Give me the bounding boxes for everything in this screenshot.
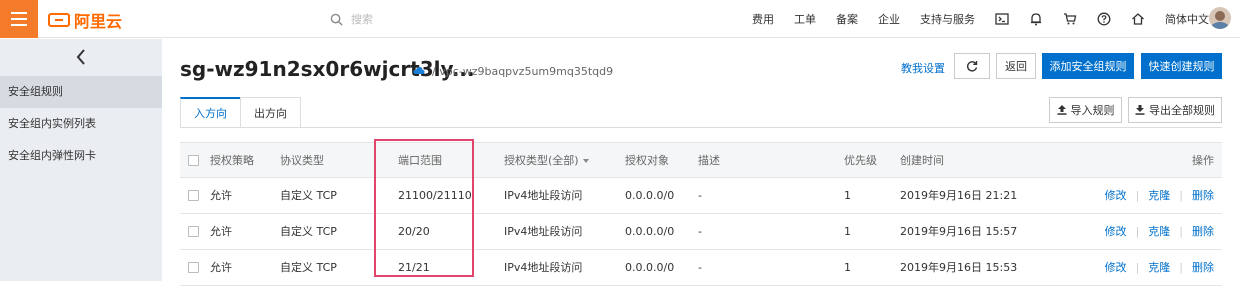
cell-object: 0.0.0.0/0 — [625, 189, 675, 202]
nav-tickets[interactable]: 工单 — [794, 11, 816, 27]
table-header-row: 授权策略 协议类型 端口范围 授权类型(全部) 授权对象 描述 优先级 创建时间… — [180, 142, 1222, 178]
home-icon[interactable] — [1131, 12, 1145, 26]
upload-icon — [1057, 105, 1066, 115]
sidebar-item-instances[interactable]: 安全组内实例列表 — [0, 108, 162, 140]
select-all-checkbox[interactable] — [188, 155, 199, 166]
sidebar-item-enis[interactable]: 安全组内弹性网卡 — [0, 140, 162, 172]
cell-protocol: 自定义 TCP — [280, 189, 337, 202]
direction-tabs: 入方向 出方向 — [180, 97, 301, 128]
col-priority: 优先级 — [844, 154, 877, 167]
col-desc: 描述 — [698, 154, 720, 167]
search-icon — [330, 13, 343, 26]
cell-priority: 1 — [844, 225, 851, 238]
clone-link[interactable]: 克隆 — [1148, 214, 1170, 250]
col-created: 创建时间 — [900, 154, 944, 167]
delete-link[interactable]: 删除 — [1192, 214, 1214, 250]
cell-policy: 允许 — [210, 189, 232, 202]
col-object: 授权对象 — [625, 154, 669, 167]
quick-create-label: 快速创建规则 — [1148, 60, 1215, 73]
delete-link[interactable]: 删除 — [1192, 178, 1214, 214]
cell-port: 21100/21110 — [398, 189, 472, 202]
col-actions: 操作 — [1192, 154, 1214, 167]
cell-desc: - — [698, 189, 702, 202]
cell-priority: 1 — [844, 189, 851, 202]
aliyun-logo-icon — [48, 13, 70, 27]
nav-icp[interactable]: 备案 — [836, 11, 858, 27]
terminal-icon[interactable] — [995, 12, 1009, 26]
row-actions: 修改 | 克隆 | 删除 — [1105, 214, 1214, 250]
back-chevron-icon[interactable] — [0, 39, 162, 74]
export-label: 导出全部规则 — [1149, 104, 1215, 117]
search-box[interactable]: 搜索 — [330, 11, 373, 27]
separator: | — [1135, 225, 1140, 238]
download-icon — [1135, 105, 1145, 115]
user-avatar[interactable] — [1209, 7, 1231, 29]
top-navbar: 阿里云 搜索 费用 工单 备案 企业 支持与服务 简体中文 — [0, 0, 1240, 38]
import-rules-button[interactable]: 导入规则 — [1049, 97, 1122, 123]
nav-support[interactable]: 支持与服务 — [920, 11, 975, 27]
quick-create-button[interactable]: 快速创建规则 — [1141, 53, 1222, 79]
refresh-icon — [966, 61, 978, 72]
tab-divider — [180, 127, 1222, 128]
search-placeholder: 搜索 — [351, 13, 373, 26]
cell-port: 20/20 — [398, 225, 430, 238]
add-rule-label: 添加安全组规则 — [1049, 60, 1127, 73]
row-checkbox[interactable] — [188, 190, 199, 201]
cell-policy: 允许 — [210, 225, 232, 238]
col-port: 端口范围 — [398, 154, 442, 167]
cell-protocol: 自定义 TCP — [280, 225, 337, 238]
help-icon[interactable] — [1097, 12, 1111, 26]
cell-auth-type: IPv4地址段访问 — [504, 225, 583, 238]
col-auth-type: 授权类型(全部) — [504, 154, 579, 167]
cell-object: 0.0.0.0/0 — [625, 225, 675, 238]
table-row: 允许 自定义 TCP 21100/21110 IPv4地址段访问 0.0.0.0… — [180, 178, 1222, 214]
add-rule-button[interactable]: 添加安全组规则 — [1042, 53, 1134, 79]
vpc-label[interactable]: / vpc-wz9baqpvz5um9mq35tqd9 — [432, 65, 613, 78]
row-checkbox[interactable] — [188, 262, 199, 273]
separator: | — [1135, 189, 1140, 202]
col-auth-type-filter[interactable]: 授权类型(全部) — [504, 143, 589, 179]
language-switch[interactable]: 简体中文 — [1165, 11, 1209, 27]
main-content: sg-wz91n2sx0r6wjcrt3ly... / vpc-wz9baqpv… — [162, 39, 1240, 286]
table-row: 允许 自定义 TCP 20/20 IPv4地址段访问 0.0.0.0/0 - 1… — [180, 214, 1222, 250]
logo-text: 阿里云 — [74, 12, 123, 31]
nav-enterprise[interactable]: 企业 — [878, 11, 900, 27]
tutorial-link[interactable]: 教我设置 — [901, 60, 945, 76]
bell-icon[interactable] — [1029, 12, 1043, 26]
cloud-icon — [413, 67, 425, 74]
export-rules-button[interactable]: 导出全部规则 — [1128, 97, 1222, 123]
refresh-button[interactable] — [954, 53, 990, 79]
cart-icon[interactable] — [1063, 12, 1077, 26]
sidebar: 安全组规则 安全组内实例列表 安全组内弹性网卡 — [0, 39, 162, 281]
tab-inbound[interactable]: 入方向 — [180, 97, 241, 128]
aliyun-logo[interactable]: 阿里云 — [48, 8, 122, 32]
edit-link[interactable]: 修改 — [1105, 178, 1127, 214]
separator: | — [1179, 189, 1183, 202]
hamburger-menu-icon[interactable] — [0, 0, 38, 38]
import-label: 导入规则 — [1070, 104, 1115, 117]
nav-fees[interactable]: 费用 — [752, 11, 774, 27]
row-checkbox[interactable] — [188, 226, 199, 237]
edit-link[interactable]: 修改 — [1105, 214, 1127, 250]
row-actions: 修改 | 克隆 | 删除 — [1105, 178, 1214, 214]
tab-outbound[interactable]: 出方向 — [240, 97, 301, 128]
caret-down-icon — [582, 159, 589, 163]
rules-table: 授权策略 协议类型 端口范围 授权类型(全部) 授权对象 描述 优先级 创建时间… — [180, 142, 1222, 286]
col-protocol: 协议类型 — [280, 154, 324, 167]
back-button[interactable]: 返回 — [996, 53, 1036, 79]
top-nav: 费用 工单 备案 企业 支持与服务 简体中文 — [752, 0, 1229, 38]
back-button-label: 返回 — [1005, 60, 1027, 73]
cell-desc: - — [698, 225, 702, 238]
sidebar-item-rules[interactable]: 安全组规则 — [0, 76, 162, 108]
page-title: sg-wz91n2sx0r6wjcrt3ly... — [180, 57, 475, 81]
cell-created: 2019年9月16日 15:57 — [900, 225, 1018, 238]
clone-link[interactable]: 克隆 — [1148, 178, 1170, 214]
cell-created: 2019年9月16日 21:21 — [900, 189, 1018, 202]
separator: | — [1179, 225, 1183, 238]
col-policy: 授权策略 — [210, 154, 254, 167]
cell-auth-type: IPv4地址段访问 — [504, 189, 583, 202]
